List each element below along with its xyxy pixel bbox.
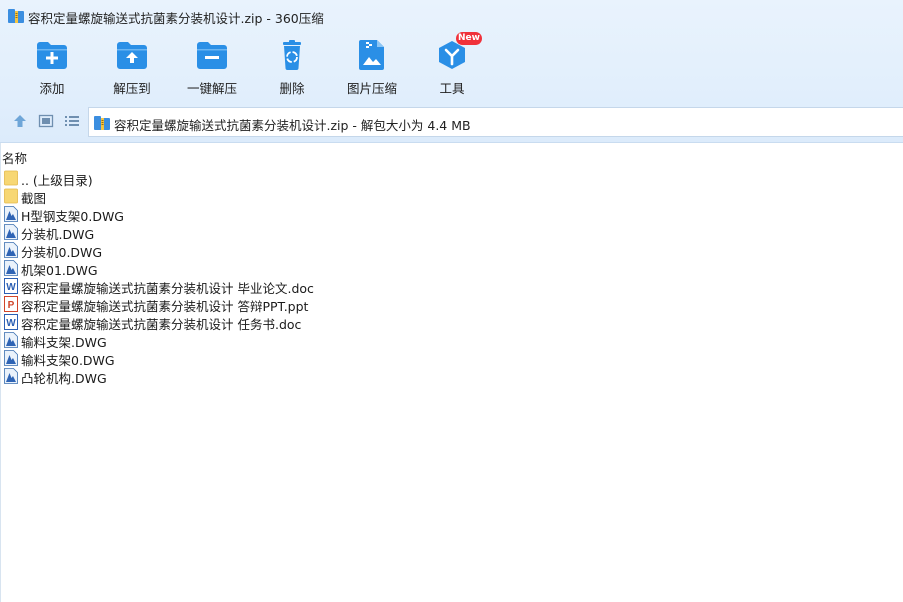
word-doc-icon: W [4,314,18,330]
list-item[interactable]: 机架01.DWG [0,259,903,278]
add-label: 添加 [39,81,65,96]
delete-button[interactable]: 删除 [252,38,332,98]
navigation-row: 容积定量螺旋输送式抗菌素分装机设计.zip - 解包大小为 4.4 MB [0,105,903,137]
list-item[interactable]: H型钢支架0.DWG [0,205,903,224]
column-name-header[interactable]: 名称 [2,148,27,167]
dwg-file-icon [4,242,18,258]
extract-to-button[interactable]: 解压到 [92,38,172,98]
toolbar: 添加 解压到 一键解压 删除 图片压缩 New 工具 [12,32,492,98]
folder-icon [4,170,18,186]
list-item[interactable]: 截图 [0,187,903,206]
svg-text:P: P [8,300,15,311]
dwg-file-icon [4,224,18,240]
dwg-file-icon [4,332,18,348]
file-name: 凸轮机构.DWG [21,371,107,386]
tools-button[interactable]: New 工具 [412,32,492,98]
extract-to-label: 解压到 [113,81,151,96]
view-mode-icon[interactable] [38,113,54,129]
image-compress-icon [359,40,384,70]
up-arrow-icon[interactable] [12,113,28,129]
archive-icon [8,9,24,23]
add-button[interactable]: 添加 [12,38,92,98]
powerpoint-icon: P [4,296,18,312]
list-item[interactable]: W 容积定量螺旋输送式抗菌素分装机设计 任务书.doc [0,313,903,332]
list-item[interactable]: .. (上级目录) [0,169,903,188]
address-bar[interactable]: 容积定量螺旋输送式抗菌素分装机设计.zip - 解包大小为 4.4 MB [88,107,903,137]
image-compress-label: 图片压缩 [346,81,397,96]
file-list: .. (上级目录) 截图 H型钢支架0.DWG 分装机.DWG 分装机0.DWG [0,169,903,386]
dwg-file-icon [4,368,18,384]
image-compress-button[interactable]: 图片压缩 [332,38,412,98]
archive-icon [94,116,110,130]
svg-text:W: W [6,282,16,293]
list-item[interactable]: 输料支架.DWG [0,331,903,350]
address-path: 容积定量螺旋输送式抗菌素分装机设计.zip - 解包大小为 4.4 MB [114,118,471,133]
list-item[interactable]: 分装机.DWG [0,223,903,242]
list-view-icon[interactable] [64,113,80,129]
header-area: 容积定量螺旋输送式抗菌素分装机设计.zip - 360压缩 添加 解压到 一键解… [0,0,903,143]
extract-to-folder-icon [117,42,147,69]
new-badge: New [456,32,482,45]
list-item[interactable]: 凸轮机构.DWG [0,367,903,386]
one-click-extract-label: 一键解压 [186,81,237,96]
one-click-extract-button[interactable]: 一键解压 [172,38,252,98]
delete-label: 删除 [279,81,305,96]
list-item[interactable]: P 容积定量螺旋输送式抗菌素分装机设计 答辩PPT.ppt [0,295,903,314]
recycle-bin-icon [283,40,301,70]
window-title: 容积定量螺旋输送式抗菌素分装机设计.zip - 360压缩 [28,11,324,26]
list-item[interactable]: 分装机0.DWG [0,241,903,260]
folder-icon [4,188,18,204]
one-click-extract-icon [197,42,227,69]
tools-label: 工具 [439,81,465,96]
column-header: 名称 [0,145,903,167]
dwg-file-icon [4,206,18,222]
word-doc-icon: W [4,278,18,294]
svg-text:W: W [6,318,16,329]
list-item[interactable]: 输料支架0.DWG [0,349,903,368]
dwg-file-icon [4,260,18,276]
list-item[interactable]: W 容积定量螺旋输送式抗菌素分装机设计 毕业论文.doc [0,277,903,296]
title-bar: 容积定量螺旋输送式抗菌素分装机设计.zip - 360压缩 [0,0,903,32]
add-folder-icon [37,42,67,69]
dwg-file-icon [4,350,18,366]
